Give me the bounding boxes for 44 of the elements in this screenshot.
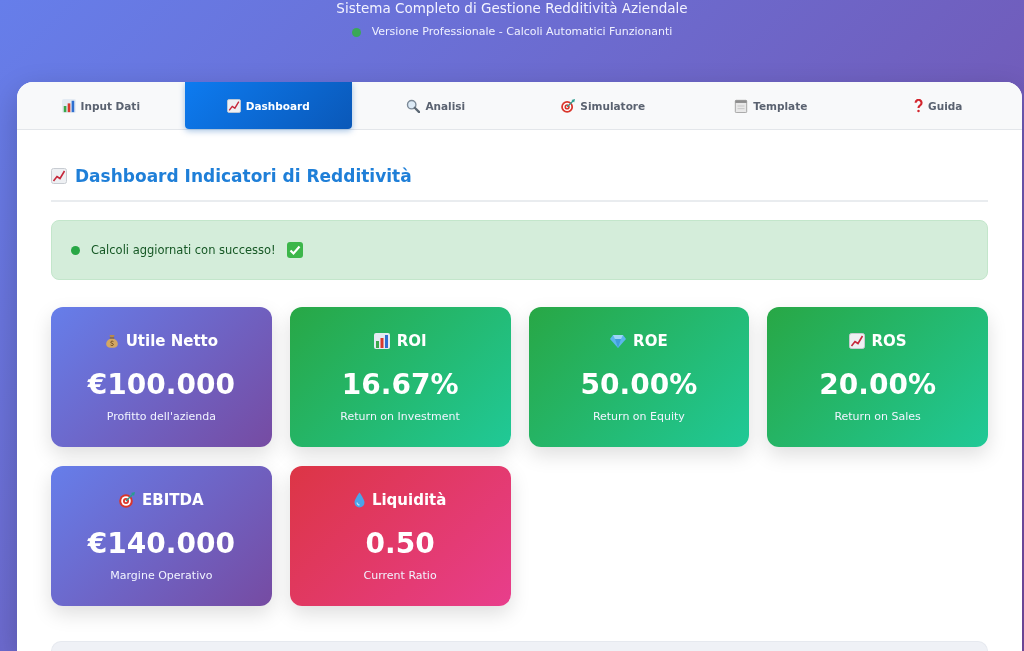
app-subtitle: Versione Professionale - Calcoli Automatici Funzionanti — [371, 25, 673, 39]
notepad-icon — [734, 98, 749, 113]
target-icon — [119, 492, 136, 508]
alert-message: Calcoli aggiornati con successo! — [91, 243, 276, 257]
status-dot-icon — [71, 245, 80, 255]
line-chart-icon — [848, 333, 865, 349]
card-value: 16.67% — [341, 367, 459, 403]
bar-chart-icon — [61, 98, 76, 113]
card-title: ROI — [396, 331, 427, 351]
section-heading: Dashboard Indicatori di Redditività — [75, 165, 412, 188]
card-value: 50.00% — [580, 367, 698, 403]
card-caption: Return on Equity — [592, 409, 685, 425]
tab[interactable]: Analisi — [352, 82, 520, 129]
card-title: Liquidità — [371, 490, 447, 510]
tab[interactable]: Template — [687, 82, 855, 129]
tab[interactable]: Dashboard — [184, 82, 352, 129]
search-icon — [406, 98, 421, 113]
check-icon — [286, 242, 303, 258]
line-chart-icon — [226, 98, 241, 113]
tab[interactable]: Input Dati — [17, 82, 185, 129]
bar-chart-icon — [373, 333, 390, 349]
card-title: Utile Netto — [125, 331, 219, 351]
money-bag-icon — [104, 333, 119, 349]
line-chart-icon — [51, 168, 67, 184]
help-icon — [914, 98, 924, 113]
gem-icon — [610, 334, 627, 348]
tab[interactable]: Guida — [854, 82, 1022, 129]
card-value: 20.00% — [819, 367, 936, 403]
card-caption: Margine Operativo — [110, 568, 213, 584]
card-caption: Return on Investment — [340, 409, 460, 425]
card-title: ROS — [871, 331, 907, 351]
card-value: €100.000 — [87, 367, 235, 403]
card-caption: Current Ratio — [363, 568, 437, 584]
card-value: €140.000 — [87, 526, 235, 562]
card-caption: Profitto dell'azienda — [106, 409, 216, 425]
card-caption: Return on Sales — [834, 409, 921, 425]
droplet-icon — [353, 492, 365, 508]
card-title: ROE — [633, 331, 668, 351]
target-icon — [561, 98, 576, 113]
card-value: 0.50 — [365, 526, 435, 562]
status-dot-icon — [351, 27, 361, 37]
card-title: EBITDA — [142, 490, 204, 510]
tab[interactable]: Simulatore — [519, 82, 687, 129]
app-title: Sistema Completo di Gestione Redditività Aziendale — [336, 0, 688, 16]
